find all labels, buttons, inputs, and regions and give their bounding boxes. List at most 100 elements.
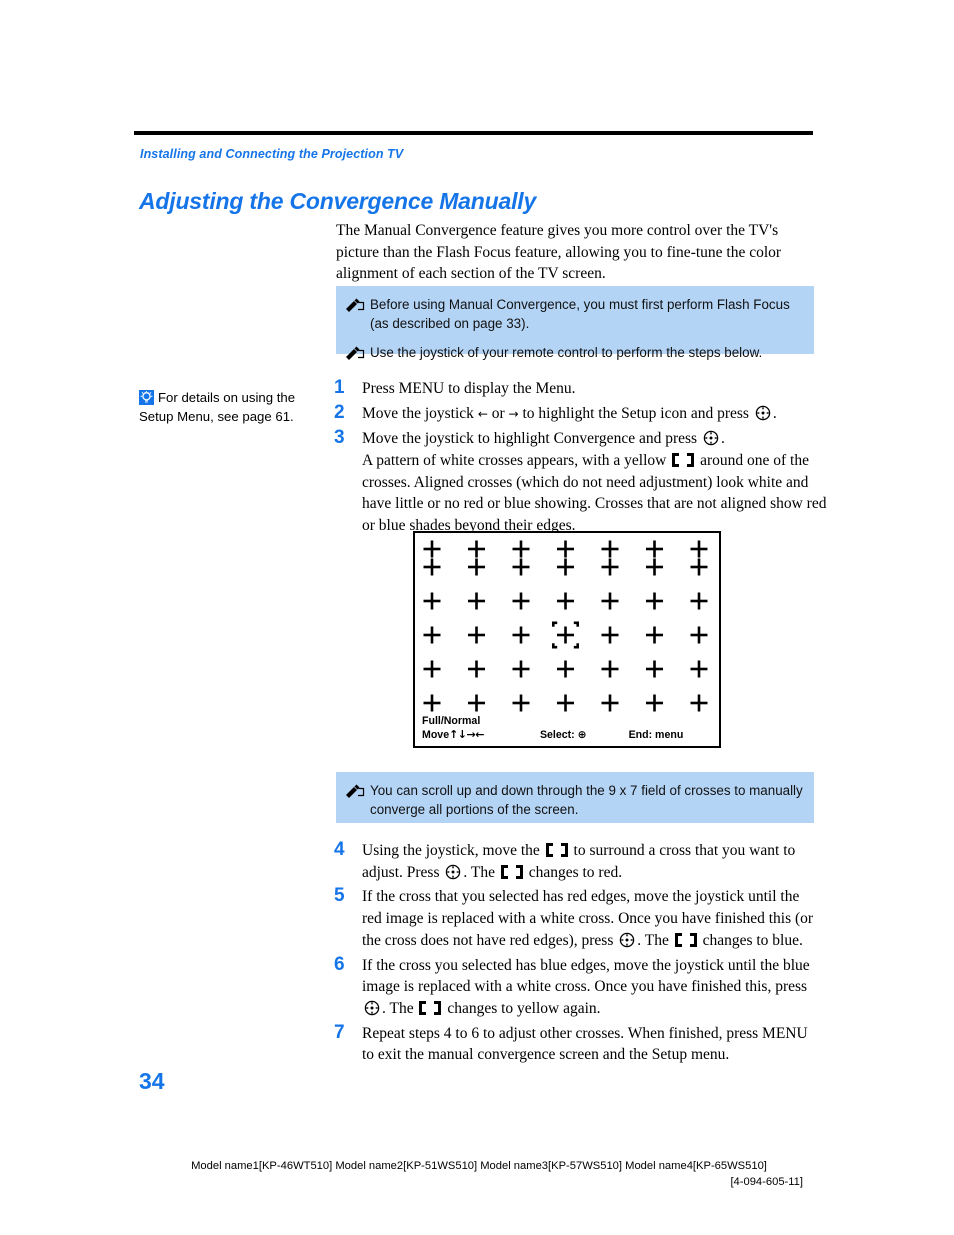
joystick-button-icon [755,405,771,421]
pencil-note-icon [345,297,365,313]
step-item: 7 Repeat steps 4 to 6 to adjust other cro… [334,1021,814,1066]
convergence-cross [468,660,485,678]
bracket-cursor-icon [674,932,697,947]
select-glyph-icon: ⊕ [577,728,587,741]
header-rule [134,131,813,135]
convergence-cross [468,592,485,610]
select-label: Select: [539,728,575,741]
convergence-cross [690,592,708,610]
end-hint: End: menu [628,728,684,741]
convergence-cross [601,592,619,610]
step-number: 4 [334,839,345,860]
convergence-cross [601,660,619,678]
arrow-glyph-icon: ← [477,406,488,421]
bracket-cursor-icon [500,864,523,879]
convergence-cross [557,626,574,644]
step-item: 4 Using the joystick, move the to surroun… [334,838,814,883]
convergence-cross [601,626,619,644]
intro-paragraph: The Manual Convergence feature gives you… [336,222,782,282]
convergence-cross [468,540,485,558]
step-text: Press MENU to display the Menu. [362,380,576,397]
step-item: 2 Move the joystick ← or → to highlight t… [334,401,814,426]
convergence-cross [601,558,619,576]
joystick-button-icon [445,864,461,880]
step-text: Move the joystick to highlight Convergen… [362,430,725,448]
joystick-button-icon [703,430,719,446]
steps-group-lower: 4 Using the joystick, move the to surroun… [334,838,814,1067]
note-text: Use the joystick of your remote control … [370,345,763,360]
convergence-screen-panel: Full/Normal Move↑↓→← Select: ⊕ End: menu [413,531,721,748]
step-item: 5 If the cross that you selected has red … [334,884,814,951]
convergence-cross [557,592,574,610]
convergence-cross [690,694,708,712]
running-head: Installing and Connecting the Projection… [140,147,404,161]
step-number: 5 [334,885,345,907]
step-number: 2 [334,401,345,423]
note-item: Use the joystick of your remote control … [345,343,804,362]
convergence-cross [468,626,485,644]
convergence-cross [646,660,663,678]
arrow-glyph-icon: → [508,406,519,421]
convergence-cross [601,694,619,712]
lightbulb-tip-icon [139,390,154,405]
step-number: 1 [334,377,345,398]
footer-models: Model name1[KP-46WT510] Model name2[KP-5… [191,1160,767,1172]
footer-doc-number: [4-094-605-11] [730,1176,803,1188]
move-label: Move [422,729,450,741]
step-text: Repeat steps 4 to 6 to adjust other cros… [362,1024,808,1064]
convergence-cross [423,540,441,558]
convergence-cross [423,592,441,610]
note-text: Before using Manual Convergence, you mus… [370,297,790,331]
mode-label: Full/Normal [422,715,481,727]
convergence-cross [690,540,708,558]
convergence-cross [646,558,663,576]
steps-group-upper: 1 Press MENU to display the Menu. 2 Move th… [334,376,814,451]
convergence-cross [557,660,574,678]
convergence-cross [423,694,441,712]
note-text: You can scroll up and down through the 9… [370,783,803,817]
cross-grid [423,540,708,712]
convergence-screen-footer: Full/Normal Move↑↓→← Select: ⊕ End: menu [422,715,718,742]
move-arrows-icon: ↑↓→← [449,728,484,741]
convergence-cross [423,558,441,576]
convergence-cross [557,540,574,558]
convergence-cross [423,660,441,678]
step-item: 6 If the cross you selected has blue edge… [334,953,814,1020]
move-hint: Move↑↓→← [422,728,484,742]
step-text: If the cross that you selected has red e… [362,888,814,949]
select-hint: Select: ⊕ [540,729,587,742]
convergence-cross [646,592,663,610]
bracket-cursor-icon [672,452,695,467]
convergence-cross [601,540,619,558]
bracket-cursor-icon [545,842,568,857]
step-text: Using the joystick, move the to surround… [362,842,796,881]
note-box-secondary: You can scroll up and down through the 9… [336,772,814,823]
page-title: Adjusting the Convergence Manually [139,188,537,214]
convergence-cross [690,626,708,644]
step-text: If the cross you selected has blue edges… [362,956,810,1017]
convergence-cross [557,558,574,576]
margin-tip: For details on using the Setup Menu, see… [139,388,329,426]
convergence-cross [512,592,530,610]
page-number: 34 [139,1068,165,1094]
convergence-cross [512,626,530,644]
joystick-button-icon [619,932,635,948]
page-footer: Model name1[KP-46WT510] Model name2[KP-5… [155,1158,803,1190]
convergence-cross [423,626,441,644]
joystick-button-icon [364,1000,380,1016]
step-item: 1 Press MENU to display the Menu. [334,376,814,400]
convergence-cross [512,660,530,678]
note-box-primary: Before using Manual Convergence, you mus… [336,286,814,360]
convergence-cross [468,558,485,576]
convergence-cross [557,694,574,712]
pencil-note-icon [345,345,365,361]
convergence-cross [646,540,663,558]
convergence-cross [690,660,708,678]
convergence-cross [690,558,708,576]
pencil-note-icon [345,783,365,799]
step-number: 6 [334,953,345,975]
bracket-cursor-icon [419,1000,442,1015]
convergence-cross [646,626,663,644]
step-number: 3 [334,427,345,449]
convergence-cross [646,694,663,712]
